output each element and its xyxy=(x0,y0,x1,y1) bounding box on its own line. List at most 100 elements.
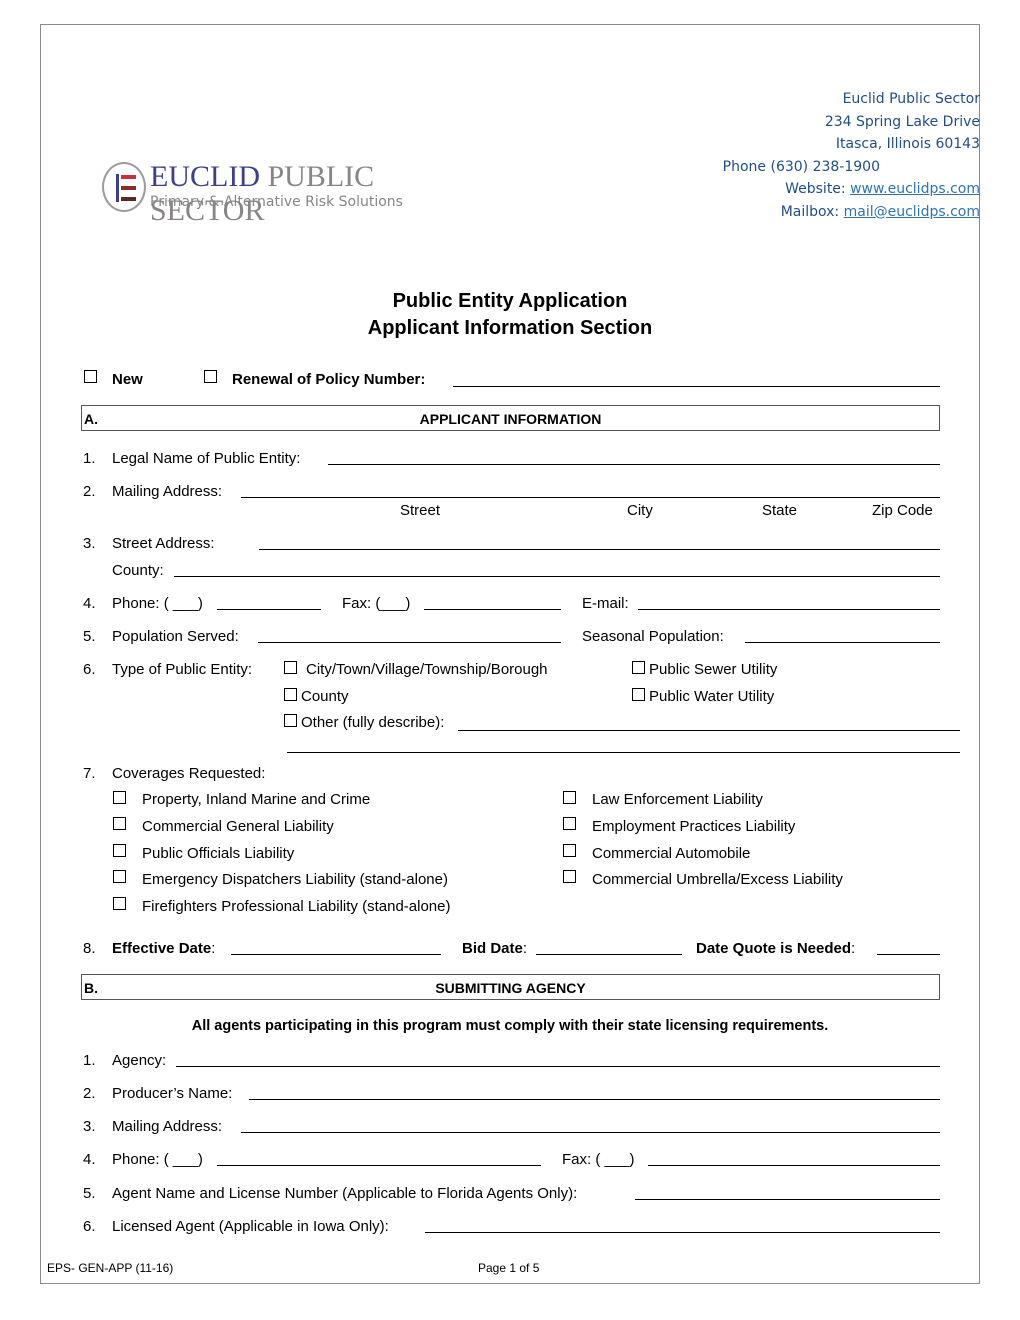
entity-water-label: Public Water Utility xyxy=(649,688,775,705)
coverage-property-checkbox[interactable] xyxy=(113,791,126,804)
mailing-address-field[interactable] xyxy=(241,497,940,498)
mailbox-link[interactable]: mail@euclidps.com xyxy=(844,204,980,220)
iowa-agent-field[interactable] xyxy=(425,1232,940,1233)
entity-sewer-checkbox[interactable] xyxy=(632,661,645,674)
producer-name-field[interactable] xyxy=(249,1099,940,1100)
entity-county-label: County xyxy=(301,688,349,705)
item-number: 4. xyxy=(83,595,96,612)
contact-website-row: Website: www.euclidps.com xyxy=(785,181,980,197)
item-number: 1. xyxy=(83,450,96,467)
effective-date-label-row: Effective Date: xyxy=(112,940,216,957)
coverage-property-label: Property, Inland Marine and Crime xyxy=(142,791,371,808)
agency-fax-field[interactable] xyxy=(648,1165,940,1166)
quote-date-field[interactable] xyxy=(877,954,940,955)
entity-sewer-label: Public Sewer Utility xyxy=(649,661,778,678)
section-b-heading: SUBMITTING AGENCY xyxy=(435,980,586,996)
state-sublabel: State xyxy=(762,502,798,519)
florida-agent-field[interactable] xyxy=(635,1199,940,1200)
entity-type-label: Type of Public Entity: xyxy=(112,661,253,678)
form-title: Public Entity Application xyxy=(392,290,628,312)
form-id: EPS- GEN-APP (11-16) xyxy=(47,1261,174,1275)
agency-label: Agency: xyxy=(112,1052,167,1069)
seasonal-population-label: Seasonal Population: xyxy=(582,628,724,645)
coverages-label: Coverages Requested: xyxy=(112,765,266,782)
entity-county-checkbox[interactable] xyxy=(284,688,297,701)
phone-label: Phone: ( ___) xyxy=(112,595,203,612)
entity-city-checkbox[interactable] xyxy=(284,661,297,674)
coverage-employment-label: Employment Practices Liability xyxy=(592,818,796,835)
euclid-e-logo-icon xyxy=(102,162,146,212)
page-number: Page 1 of 5 xyxy=(478,1261,540,1275)
company-contact-block: Euclid Public Sector 234 Spring Lake Dri… xyxy=(723,88,980,223)
email-field[interactable] xyxy=(638,609,940,610)
county-field[interactable] xyxy=(174,576,940,577)
email-label: E-mail: xyxy=(582,595,629,612)
coverage-law-enforcement-label: Law Enforcement Liability xyxy=(592,791,763,808)
seasonal-population-field[interactable] xyxy=(745,642,940,643)
new-label: New xyxy=(112,371,143,388)
coverage-firefighters-checkbox[interactable] xyxy=(113,897,126,910)
coverage-umbrella-checkbox[interactable] xyxy=(563,870,576,883)
contact-phone: Phone (630) 238-1900 xyxy=(722,158,880,175)
coverage-dispatchers-label: Emergency Dispatchers Liability (stand-a… xyxy=(142,871,448,888)
renewal-checkbox[interactable] xyxy=(204,370,217,383)
website-link[interactable]: www.euclidps.com xyxy=(850,181,980,197)
zip-sublabel: Zip Code xyxy=(872,502,933,519)
city-sublabel: City xyxy=(627,502,653,519)
population-served-field[interactable] xyxy=(258,642,561,643)
street-address-field[interactable] xyxy=(259,549,940,550)
coverage-umbrella-label: Commercial Umbrella/Excess Liability xyxy=(592,871,843,888)
item-number: 5. xyxy=(83,628,96,645)
item-number: 3. xyxy=(83,1118,96,1135)
producer-name-label: Producer’s Name: xyxy=(112,1085,233,1102)
coverage-law-enforcement-checkbox[interactable] xyxy=(563,791,576,804)
entity-other-label: Other (fully describe): xyxy=(301,714,445,731)
section-a-header: A. APPLICANT INFORMATION xyxy=(81,405,940,431)
entity-water-checkbox[interactable] xyxy=(632,688,645,701)
street-sublabel: Street xyxy=(400,502,441,519)
form-subtitle: Applicant Information Section xyxy=(367,317,653,339)
item-number: 4. xyxy=(83,1151,96,1168)
county-label: County: xyxy=(112,562,164,579)
bid-date-field[interactable] xyxy=(536,954,682,955)
legal-name-label: Legal Name of Public Entity: xyxy=(112,450,301,467)
bid-date-label-row: Bid Date: xyxy=(462,940,528,957)
entity-other-field-line2[interactable] xyxy=(287,752,960,753)
entity-other-field[interactable] xyxy=(458,730,960,731)
item-number: 8. xyxy=(83,940,96,957)
coverage-dispatchers-checkbox[interactable] xyxy=(113,870,126,883)
entity-other-checkbox[interactable] xyxy=(284,714,297,727)
florida-agent-label: Agent Name and License Number (Applicabl… xyxy=(112,1185,578,1202)
coverage-cgl-checkbox[interactable] xyxy=(113,817,126,830)
item-number: 3. xyxy=(83,535,96,552)
agency-mailing-field[interactable] xyxy=(241,1132,940,1133)
fax-label: Fax: (___) xyxy=(342,595,411,612)
entity-city-label: City/Town/Village/Township/Borough xyxy=(306,661,548,678)
effective-date-field[interactable] xyxy=(231,954,441,955)
agency-phone-label: Phone: ( ___) xyxy=(112,1151,203,1168)
coverage-auto-label: Commercial Automobile xyxy=(592,845,751,862)
agency-phone-field[interactable] xyxy=(217,1165,541,1166)
item-number: 2. xyxy=(83,483,96,500)
coverage-employment-checkbox[interactable] xyxy=(563,817,576,830)
logo-tagline: Primary & Alternative Risk Solutions xyxy=(150,194,403,210)
legal-name-field[interactable] xyxy=(328,464,940,465)
item-number: 7. xyxy=(83,765,96,782)
agency-field[interactable] xyxy=(176,1066,940,1067)
contact-mailbox-row: Mailbox: mail@euclidps.com xyxy=(780,203,980,220)
fax-field[interactable] xyxy=(424,609,561,610)
phone-field[interactable] xyxy=(217,609,321,610)
coverage-firefighters-label: Firefighters Professional Liability (sta… xyxy=(142,898,451,915)
section-b-header: B. SUBMITTING AGENCY xyxy=(81,974,940,1000)
item-number: 2. xyxy=(83,1085,96,1102)
quote-date-label-row: Date Quote is Needed: xyxy=(696,940,856,957)
coverage-public-officials-label: Public Officials Liability xyxy=(142,845,295,862)
contact-street: 234 Spring Lake Drive xyxy=(824,113,980,130)
coverage-auto-checkbox[interactable] xyxy=(563,844,576,857)
item-number: 1. xyxy=(83,1052,96,1069)
policy-number-field[interactable] xyxy=(453,386,940,387)
agency-fax-label: Fax: ( ___) xyxy=(562,1151,635,1168)
new-checkbox[interactable] xyxy=(84,370,97,383)
coverage-public-officials-checkbox[interactable] xyxy=(113,844,126,857)
population-served-label: Population Served: xyxy=(112,628,239,645)
